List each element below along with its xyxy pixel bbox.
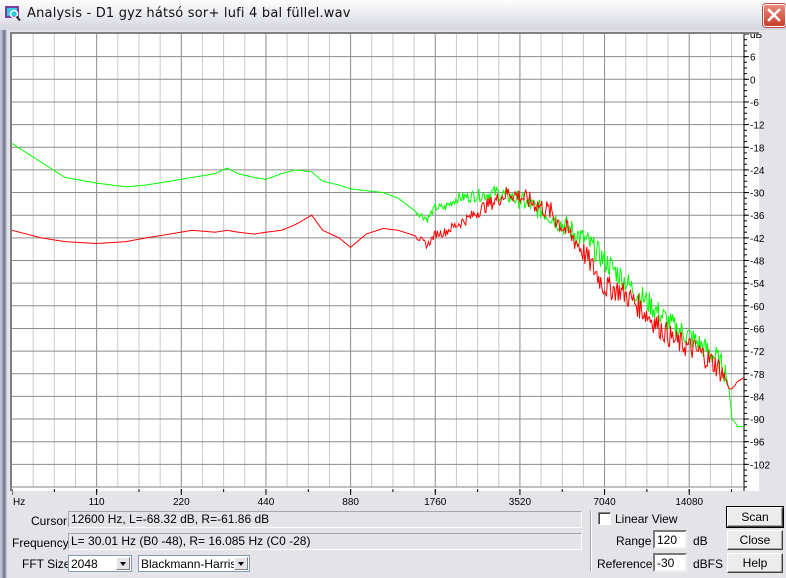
y-tick-label: -24 (750, 166, 765, 177)
x-tick-label: 440 (258, 497, 275, 506)
spectrum-plot[interactable]: dB 6 0 -6 -12 -18 -24 -30 -36 -42 -48 -54 -60 -66 -72 -… (12, 34, 786, 506)
y-tick-label: -42 (750, 234, 765, 245)
title-bar: Analysis - D1 gyz hátsó sor+ lufi 4 bal … (0, 0, 786, 30)
x-tick-label: 3520 (509, 497, 532, 506)
range-label: Range (616, 534, 652, 548)
y-tick-label: -84 (750, 392, 765, 403)
frequency-label: Frequency: (12, 536, 73, 550)
spectrum-graph[interactable]: dB 6 0 -6 -12 -18 -24 -30 -36 -42 -48 -54 -60 -66 -72 -… (10, 32, 770, 506)
window-close-button[interactable] (763, 4, 786, 27)
reference-unit: dBFS (693, 557, 724, 571)
frequency-readout: L= 30.01 Hz (B0 -48), R= 16.085 Hz (C0 -… (68, 533, 582, 550)
range-input[interactable]: 120 (653, 530, 687, 549)
y-tick-label: -72 (750, 347, 765, 358)
fft-window-select[interactable]: Blackmann-Harris (138, 555, 250, 572)
y-tick-label: dB (750, 34, 763, 41)
x-tick-label: 880 (342, 497, 359, 506)
fft-window-value: Blackmann-Harris (141, 557, 237, 571)
cursor-readout: 12600 Hz, L=-68.32 dB, R=-61.86 dB (68, 511, 582, 528)
x-tick-label: Hz (13, 497, 25, 506)
analysis-magnifier-icon (5, 6, 21, 22)
fft-size-label: FFT Size: (22, 557, 74, 571)
fft-size-value: 2048 (71, 557, 98, 571)
y-tick-label: -102 (750, 460, 770, 471)
y-tick-label: -60 (750, 302, 765, 313)
x-tick-label: 110 (89, 497, 105, 506)
x-tick-label: 14080 (675, 497, 703, 506)
scan-button[interactable]: Scan (726, 506, 784, 528)
y-tick-label: -48 (750, 257, 765, 268)
y-tick-label: 6 (750, 53, 756, 64)
window-title: Analysis - D1 gyz hátsó sor+ lufi 4 bal … (27, 6, 351, 21)
x-tick-label: 7040 (593, 497, 616, 506)
linear-view-label[interactable]: Linear View (615, 512, 677, 526)
chevron-down-icon[interactable] (116, 557, 130, 570)
range-unit: dB (693, 534, 708, 548)
y-tick-label: -36 (750, 211, 765, 222)
y-tick-label: -96 (750, 438, 765, 449)
x-tick-label: 1760 (424, 497, 447, 506)
chevron-down-icon[interactable] (234, 557, 248, 570)
help-button[interactable]: Help (727, 553, 783, 573)
y-tick-label: -18 (750, 143, 765, 154)
close-button[interactable]: Close (727, 530, 783, 550)
y-tick-label: -54 (750, 279, 765, 290)
y-tick-label: 0 (750, 75, 756, 86)
linear-view-checkbox[interactable] (598, 512, 611, 525)
series-left-green (12, 143, 745, 428)
reference-input[interactable]: -30 (653, 553, 687, 572)
y-tick-label: -12 (750, 121, 765, 132)
y-tick-label: -90 (750, 415, 765, 426)
reference-label: Reference (597, 557, 653, 571)
y-tick-label: -30 (750, 189, 765, 200)
fft-size-select[interactable]: 2048 (68, 555, 132, 572)
y-tick-label: -6 (750, 98, 759, 109)
y-tick-label: -66 (750, 324, 765, 335)
window-left-border (0, 30, 7, 578)
panel-divider (590, 511, 592, 571)
x-tick-label: 220 (173, 497, 190, 506)
close-x-icon (767, 8, 781, 22)
cursor-label: Cursor: (31, 514, 71, 528)
series-right-red (12, 187, 745, 390)
y-tick-label: -78 (750, 370, 765, 381)
